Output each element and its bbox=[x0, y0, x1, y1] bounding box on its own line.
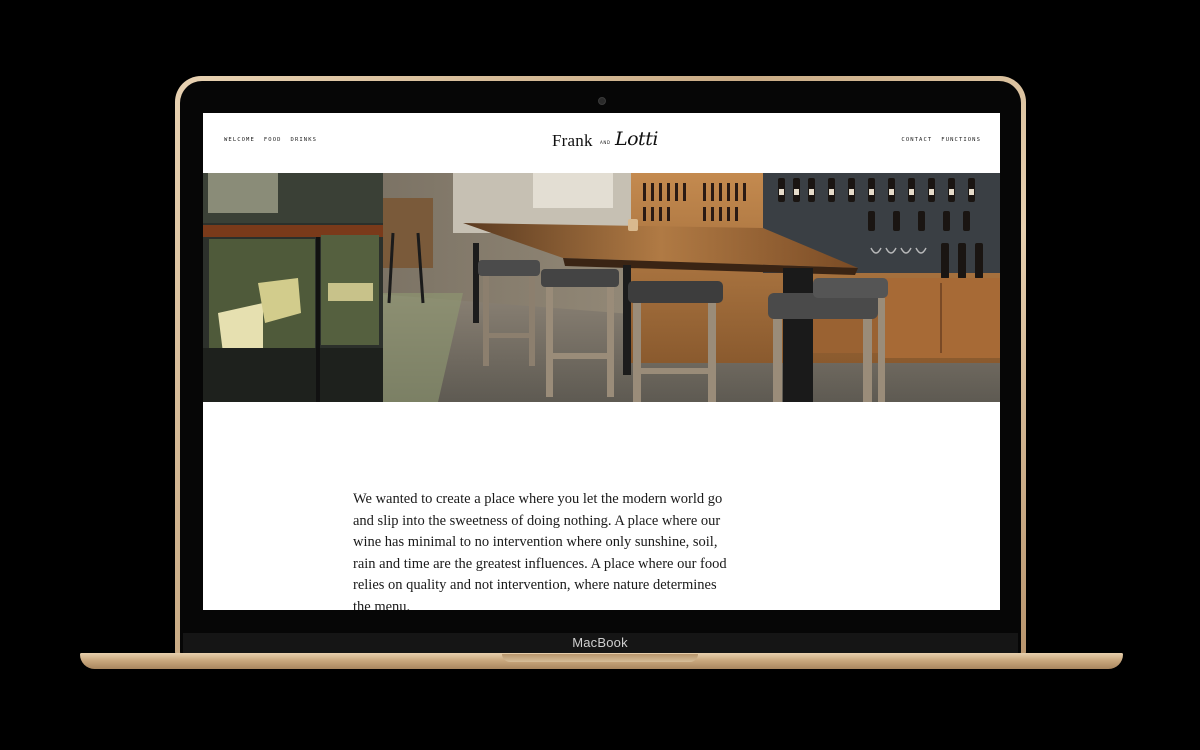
nav-link-drinks[interactable]: DRINKS bbox=[291, 137, 317, 143]
nav-link-welcome[interactable]: WELCOME bbox=[224, 137, 255, 143]
laptop-opening-notch bbox=[502, 654, 698, 662]
intro-section: We wanted to create a place where you le… bbox=[353, 489, 733, 610]
intro-paragraph: We wanted to create a place where you le… bbox=[353, 491, 727, 610]
hero-image bbox=[203, 173, 1000, 402]
nav-link-functions[interactable]: FUNCTIONS bbox=[941, 137, 981, 143]
logo-text-and: AND bbox=[600, 140, 611, 145]
site-logo[interactable]: Frank AND Lotti bbox=[552, 128, 658, 158]
secondary-nav: CONTACT FUNCTIONS bbox=[901, 137, 981, 143]
device-brand-label: MacBook bbox=[572, 635, 628, 650]
primary-nav: WELCOME FOOD DRINKS bbox=[224, 137, 317, 143]
logo-text-lotti: Lotti bbox=[615, 128, 658, 150]
nav-link-food[interactable]: FOOD bbox=[264, 137, 282, 143]
site-header: WELCOME FOOD DRINKS Frank AND Lotti CONT… bbox=[203, 113, 1000, 173]
browser-screen: WELCOME FOOD DRINKS Frank AND Lotti CONT… bbox=[203, 113, 1000, 610]
logo-text-frank: Frank bbox=[552, 131, 593, 150]
webcam-icon bbox=[598, 97, 606, 105]
nav-link-contact[interactable]: CONTACT bbox=[901, 137, 932, 143]
